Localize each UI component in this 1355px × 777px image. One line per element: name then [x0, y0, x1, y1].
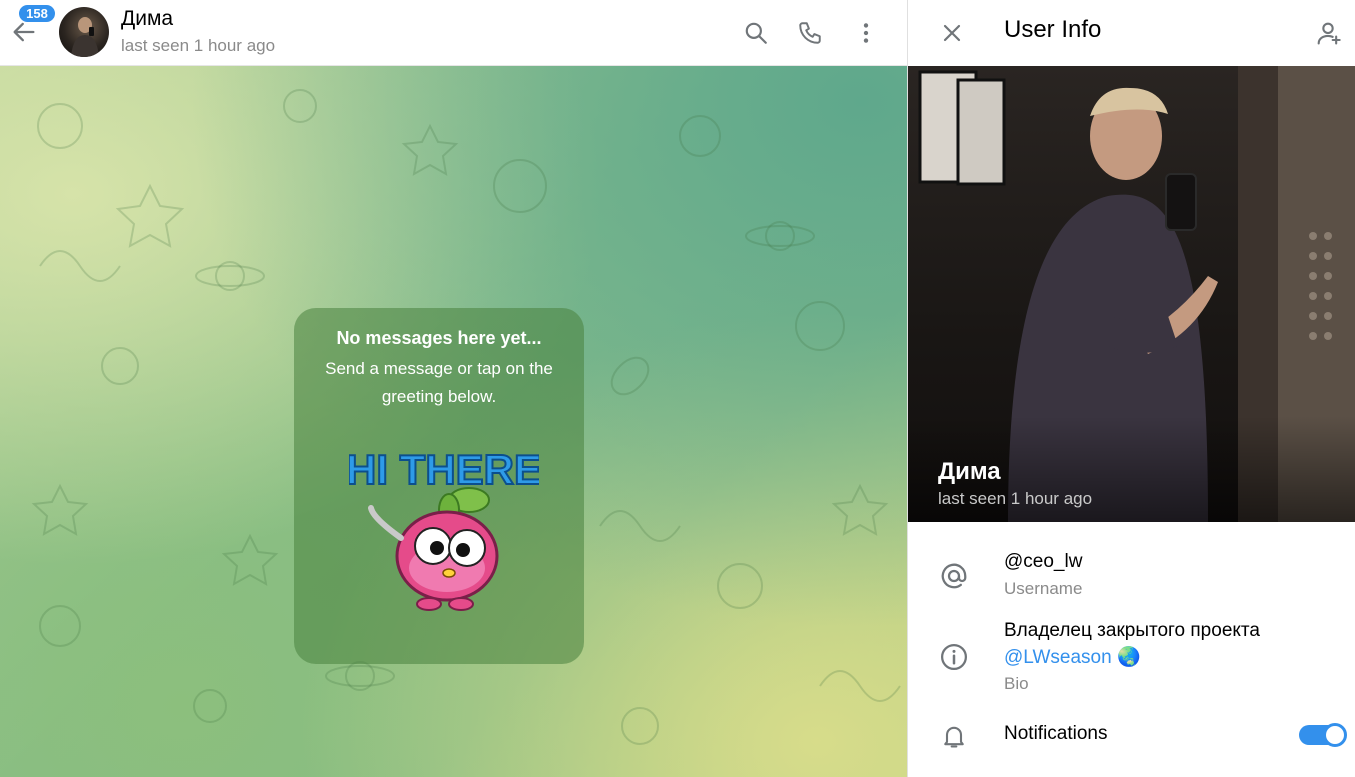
- bio-label: Bio: [1004, 674, 1029, 693]
- toggle-knob: [1323, 723, 1347, 747]
- username-value[interactable]: @ceo_lw: [1004, 551, 1082, 573]
- chat-header: 158 Дима last seen 1 hour ago: [0, 0, 907, 66]
- bio-emoji: 🌏: [1116, 647, 1141, 668]
- empty-chat-title: No messages here yet...: [336, 328, 542, 348]
- profile-photo[interactable]: [908, 66, 1355, 522]
- bio-link-line: @LWseason 🌏: [1004, 645, 1141, 669]
- notifications-row[interactable]: Notifications: [908, 710, 1355, 760]
- chat-pane: No messages here yet... Send a message o…: [0, 0, 907, 777]
- bell-icon: [936, 718, 972, 754]
- chat-background: No messages here yet... Send a message o…: [0, 66, 907, 777]
- phone-icon: [799, 22, 821, 44]
- search-icon: [745, 22, 767, 44]
- avatar[interactable]: [59, 7, 109, 57]
- chat-status: last seen 1 hour ago: [121, 36, 276, 55]
- info-icon: [936, 639, 972, 675]
- at-sign-icon: [936, 558, 972, 594]
- more-vertical-icon: [863, 23, 869, 43]
- user-info-pane: User Info Дима last seen 1 hour ago @ceo…: [907, 0, 1355, 777]
- empty-chat-text: Send a message or tap on the greeting be…: [325, 359, 553, 406]
- more-button[interactable]: [846, 13, 886, 53]
- info-title: User Info: [1004, 16, 1102, 43]
- info-header: User Info: [908, 0, 1355, 66]
- bio-text: Владелец закрытого проекта: [1004, 620, 1260, 641]
- bio-link[interactable]: @LWseason: [1004, 647, 1112, 668]
- empty-chat-card: No messages here yet... Send a message o…: [294, 308, 584, 664]
- call-button[interactable]: [790, 13, 830, 53]
- close-icon: [943, 24, 961, 42]
- profile-status: last seen 1 hour ago: [938, 489, 1093, 508]
- profile-name: Дима: [938, 458, 1001, 485]
- search-button[interactable]: [736, 13, 776, 53]
- chat-title[interactable]: Дима: [121, 7, 173, 31]
- notifications-toggle[interactable]: [1299, 723, 1347, 747]
- close-button[interactable]: [932, 13, 972, 53]
- notifications-label: Notifications: [1004, 723, 1108, 744]
- username-label: Username: [1004, 579, 1083, 598]
- add-contact-button[interactable]: [1308, 13, 1348, 53]
- avatar-image: [71, 17, 99, 57]
- add-contact-icon: [1317, 22, 1341, 45]
- greeting-sticker[interactable]: HI THERE: [349, 438, 539, 628]
- bio-row[interactable]: Владелец закрытого проекта @LWseason 🌏 B…: [908, 610, 1355, 710]
- username-row[interactable]: @ceo_lw Username: [908, 522, 1355, 610]
- sticker-text: HI THERE: [349, 446, 539, 493]
- unread-badge: 158: [17, 3, 57, 24]
